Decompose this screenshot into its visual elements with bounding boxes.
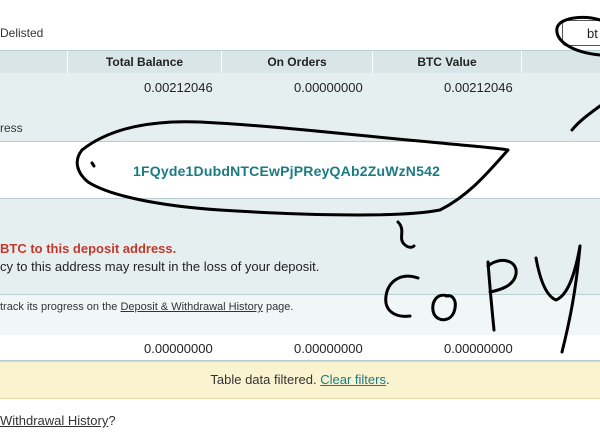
- footer-suffix: ?: [108, 413, 116, 428]
- column-divider: [521, 51, 522, 73]
- search-value: bt: [587, 26, 598, 41]
- header-total-balance[interactable]: Total Balance: [68, 51, 221, 73]
- row-on-orders: 0.00000000: [294, 341, 363, 356]
- table-header: Total Balance On Orders BTC Value: [0, 50, 600, 74]
- deposit-warning-title: BTC to this deposit address.: [0, 241, 177, 256]
- on-orders-value: 0.00000000: [294, 80, 363, 95]
- btc-value: 0.00212046: [444, 80, 513, 95]
- top-bar: [0, 0, 600, 48]
- deposit-history-link[interactable]: Deposit & Withdrawal History: [120, 301, 262, 313]
- deposit-address[interactable]: 1FQyde1DubdNTCEwPjPReyQAb2ZuWzN542: [133, 163, 440, 179]
- history-note-suffix: page.: [262, 301, 294, 313]
- deposit-address-label: ress: [0, 121, 23, 135]
- deposit-warning-text: cy to this address may result in the los…: [0, 259, 320, 274]
- filter-notice-text: Table data filtered. Clear filters.: [0, 372, 600, 387]
- delisted-label[interactable]: Delisted: [0, 26, 43, 40]
- row-total-balance: 0.00000000: [144, 341, 213, 356]
- footer-history-question: Withdrawal History?: [0, 413, 116, 428]
- withdrawal-history-link[interactable]: Withdrawal History: [0, 413, 108, 428]
- history-note-prefix: track its progress on the: [0, 301, 121, 313]
- search-input[interactable]: bt: [562, 20, 600, 46]
- clear-filters-link[interactable]: Clear filters: [320, 372, 386, 387]
- header-on-orders[interactable]: On Orders: [222, 51, 372, 73]
- total-balance-value: 0.00212046: [144, 80, 213, 95]
- history-note: track its progress on the Deposit & With…: [0, 301, 293, 313]
- row-btc-value: 0.00000000: [444, 341, 513, 356]
- filter-message: Table data filtered.: [210, 372, 321, 387]
- header-btc-value[interactable]: BTC Value: [373, 51, 521, 73]
- filter-period: .: [385, 372, 390, 387]
